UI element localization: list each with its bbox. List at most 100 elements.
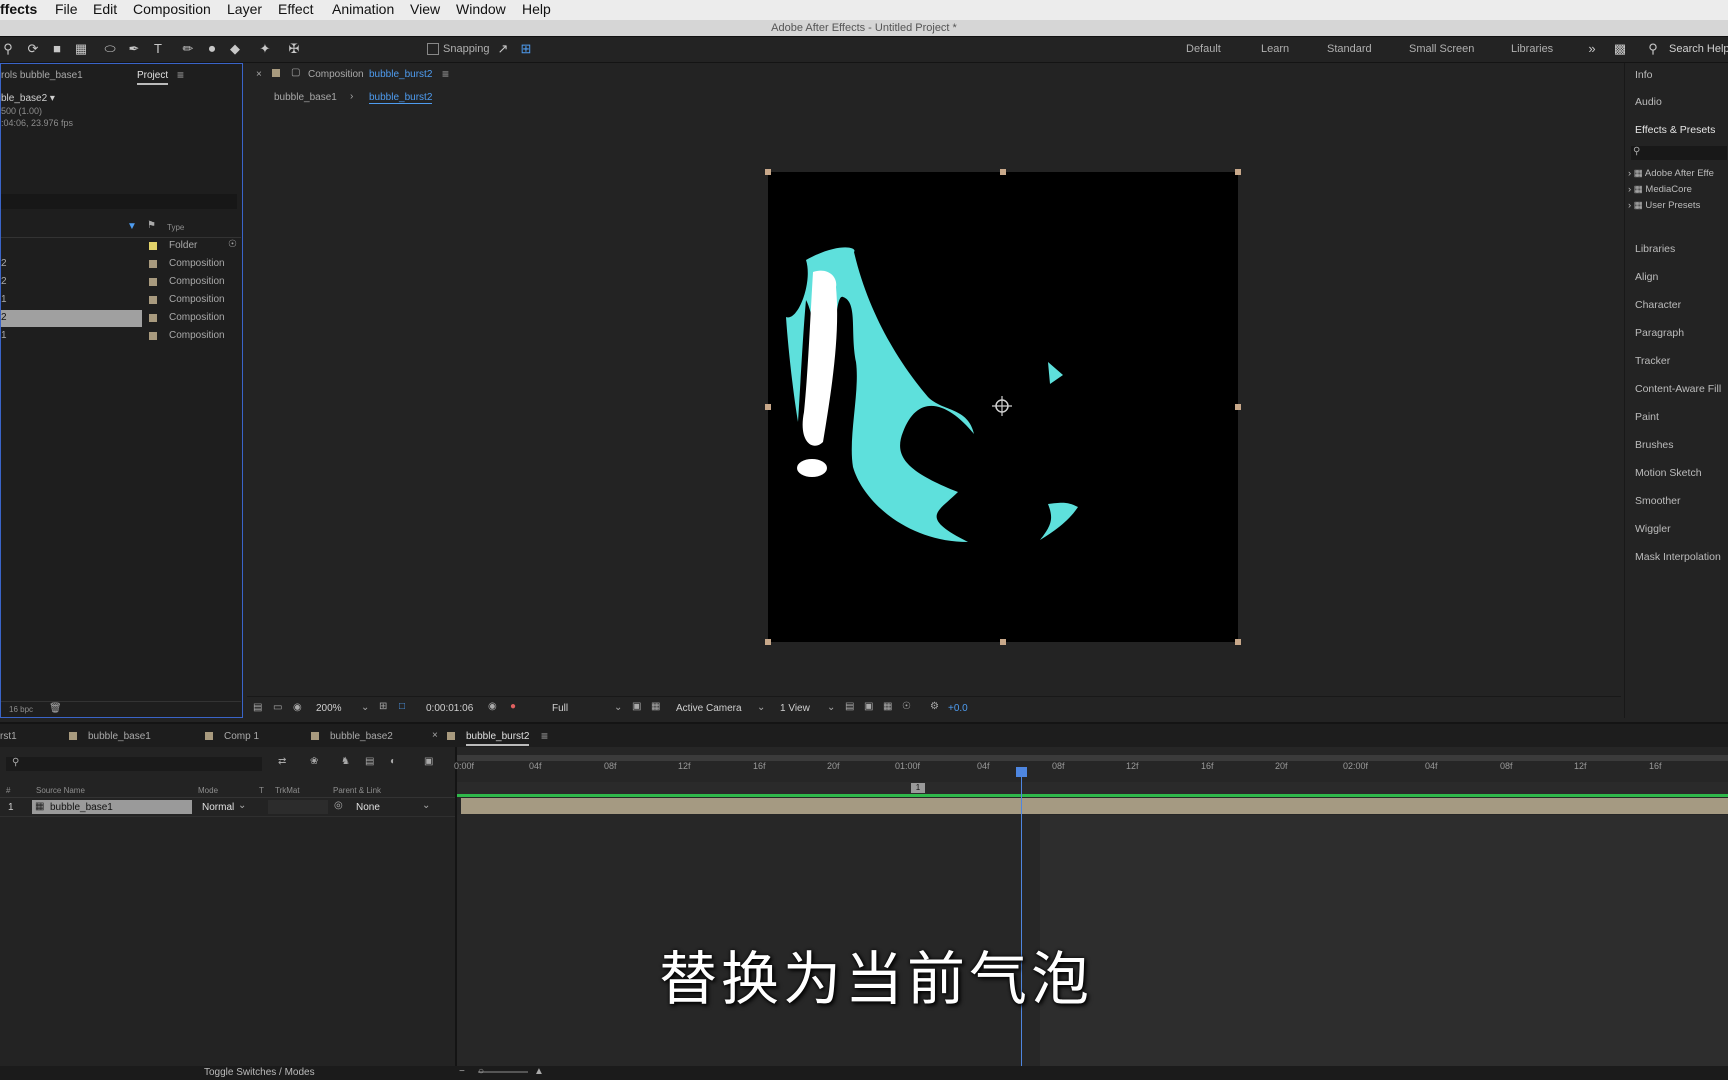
more-workspaces-icon[interactable]: » bbox=[1584, 41, 1600, 57]
label-color-swatch[interactable] bbox=[149, 296, 157, 304]
layer-name-field[interactable]: ▦ bubble_base1 bbox=[32, 800, 192, 814]
workspace-default[interactable]: Default bbox=[1186, 43, 1221, 55]
search-help-field[interactable]: Search Help bbox=[1669, 43, 1728, 55]
list-item[interactable]: 1 Composition bbox=[1, 328, 241, 345]
comp-menu-icon[interactable]: ≡ bbox=[442, 67, 449, 81]
panel-wiggler[interactable]: Wiggler bbox=[1635, 523, 1671, 535]
panel-menu-icon[interactable]: ≡ bbox=[177, 68, 184, 82]
transform-handle[interactable] bbox=[765, 169, 771, 175]
monitor-icon[interactable]: ▭ bbox=[273, 702, 282, 713]
label-color-swatch[interactable] bbox=[149, 278, 157, 286]
transform-handle[interactable] bbox=[1000, 639, 1006, 645]
fast-previews-icon[interactable]: ▣ bbox=[864, 701, 873, 712]
workspace-standard[interactable]: Standard bbox=[1327, 43, 1372, 55]
toggle-switches-modes-button[interactable]: Toggle Switches / Modes bbox=[204, 1067, 315, 1078]
panel-libraries[interactable]: Libraries bbox=[1635, 243, 1675, 255]
tab-timeline[interactable]: Comp 1 bbox=[224, 731, 259, 742]
panel-info[interactable]: Info bbox=[1635, 69, 1653, 81]
list-item[interactable]: 2 Composition bbox=[1, 256, 241, 273]
lock-icon[interactable]: ▢ bbox=[291, 67, 300, 78]
panel-tracker[interactable]: Tracker bbox=[1635, 355, 1670, 367]
slider-handle-icon[interactable]: ○ bbox=[478, 1066, 484, 1077]
composition-canvas[interactable] bbox=[765, 169, 1241, 645]
label-color-swatch[interactable] bbox=[149, 314, 157, 322]
flowchart-icon[interactable]: ☉ bbox=[228, 239, 237, 250]
snap-extents-icon[interactable]: ⊞ bbox=[518, 41, 534, 57]
list-item-selected[interactable]: 2 Composition bbox=[1, 310, 241, 327]
search-icon[interactable]: ⚲ bbox=[1645, 41, 1661, 57]
transform-handle[interactable] bbox=[1235, 404, 1241, 410]
playhead[interactable] bbox=[1021, 767, 1022, 1067]
graph-editor-icon[interactable]: ▣ bbox=[424, 756, 433, 767]
trash-icon[interactable]: 🗑 bbox=[49, 703, 62, 714]
panel-paint[interactable]: Paint bbox=[1635, 411, 1659, 423]
timeline-menu-icon[interactable]: ≡ bbox=[541, 729, 548, 743]
views-dropdown[interactable]: 1 View bbox=[780, 703, 810, 714]
camera-dropdown[interactable]: Active Camera bbox=[676, 703, 742, 714]
tab-timeline[interactable]: bubble_base1 bbox=[88, 731, 151, 742]
panel-character[interactable]: Character bbox=[1635, 299, 1681, 311]
region-of-interest-icon[interactable]: ▣ bbox=[632, 701, 641, 712]
type-column-header[interactable]: Type bbox=[167, 223, 184, 232]
panel-effects-presets[interactable]: Effects & Presets bbox=[1635, 124, 1715, 136]
layer-duration-bar[interactable] bbox=[461, 798, 1728, 814]
eraser-tool-icon[interactable]: ◆ bbox=[227, 41, 243, 57]
list-item[interactable]: 2 Composition bbox=[1, 274, 241, 291]
brush-tool-icon[interactable]: ✏ bbox=[180, 41, 196, 57]
snapshot-camera-icon[interactable]: ◉ bbox=[488, 701, 497, 712]
panel-smoother[interactable]: Smoother bbox=[1635, 495, 1681, 507]
panel-mask-interpolation[interactable]: Mask Interpolation bbox=[1635, 551, 1721, 563]
close-tab-icon[interactable]: × bbox=[432, 730, 438, 741]
shy-layers-icon[interactable]: ♞ bbox=[341, 756, 350, 767]
frame-blending-icon[interactable]: ▤ bbox=[365, 756, 374, 767]
pan-behind-tool-icon[interactable]: ▦ bbox=[73, 41, 89, 57]
workspace-learn[interactable]: Learn bbox=[1261, 43, 1289, 55]
work-area-bar[interactable] bbox=[457, 755, 1728, 761]
preset-folder[interactable]: › ▦ MediaCore bbox=[1628, 184, 1692, 195]
motion-blur-icon[interactable]: ◐ bbox=[390, 756, 396, 767]
current-time-display[interactable]: 0:00:01:06 bbox=[426, 703, 473, 714]
roto-brush-tool-icon[interactable]: ✦ bbox=[257, 41, 273, 57]
list-item[interactable]: Folder ☉ bbox=[1, 238, 241, 255]
panel-paragraph[interactable]: Paragraph bbox=[1635, 327, 1684, 339]
always-preview-icon[interactable]: ▤ bbox=[253, 702, 262, 713]
menu-composition[interactable]: Composition bbox=[133, 1, 211, 17]
label-color-swatch[interactable] bbox=[149, 242, 157, 250]
timeline-zoom-slider[interactable] bbox=[478, 1071, 528, 1073]
camera-tool-icon[interactable]: ■ bbox=[49, 41, 65, 57]
composition-flowchart-icon[interactable]: ⇄ bbox=[278, 756, 286, 767]
sort-arrow-icon[interactable]: ▼ bbox=[127, 221, 137, 232]
zoom-dropdown[interactable]: 200% bbox=[316, 703, 342, 714]
transform-handle[interactable] bbox=[1235, 639, 1241, 645]
menu-file[interactable]: File bbox=[55, 1, 78, 17]
tab-timeline-active[interactable]: bubble_burst2 bbox=[466, 731, 530, 746]
channel-rgb-icon[interactable]: ● bbox=[510, 701, 516, 712]
transform-handle[interactable] bbox=[1235, 169, 1241, 175]
list-item[interactable]: 1 Composition bbox=[1, 292, 241, 309]
menu-edit[interactable]: Edit bbox=[93, 1, 117, 17]
ellipse-tool-icon[interactable]: ⬭ bbox=[102, 41, 118, 57]
breadcrumb-comp-1[interactable]: bubble_base1 bbox=[274, 92, 337, 103]
preset-folder[interactable]: › ▦ Adobe After Effe bbox=[1628, 168, 1714, 179]
vr-icon[interactable]: ◉ bbox=[293, 702, 302, 713]
menu-layer[interactable]: Layer bbox=[227, 1, 262, 17]
panel-brushes[interactable]: Brushes bbox=[1635, 439, 1674, 451]
label-color-swatch[interactable] bbox=[149, 332, 157, 340]
panel-content-aware-fill[interactable]: Content-Aware Fill bbox=[1635, 383, 1721, 395]
comp-tab-name[interactable]: bubble_burst2 bbox=[369, 69, 432, 80]
project-search-input[interactable] bbox=[1, 194, 237, 209]
draft-3d-icon[interactable]: ❀ bbox=[310, 756, 318, 767]
pen-tool-icon[interactable]: ✒ bbox=[126, 41, 142, 57]
menu-view[interactable]: View bbox=[410, 1, 440, 17]
trkmat-field[interactable] bbox=[268, 800, 328, 814]
rotate-tool-icon[interactable]: ⟳ bbox=[25, 41, 41, 57]
blend-mode-dropdown[interactable]: Normal bbox=[202, 802, 234, 813]
transparency-grid-icon[interactable]: ▦ bbox=[651, 701, 660, 712]
sync-settings-icon[interactable]: ▩ bbox=[1612, 41, 1628, 57]
zoom-out-icon[interactable]: − bbox=[459, 1066, 465, 1077]
work-area-range[interactable] bbox=[457, 794, 1728, 797]
transform-handle[interactable] bbox=[765, 404, 771, 410]
reset-exposure-icon[interactable]: ⚙ bbox=[930, 701, 939, 712]
transform-handle[interactable] bbox=[1000, 169, 1006, 175]
table-row[interactable]: 1 ▦ bubble_base1 Normal ⌄ ◎ None ⌄ bbox=[0, 799, 455, 817]
